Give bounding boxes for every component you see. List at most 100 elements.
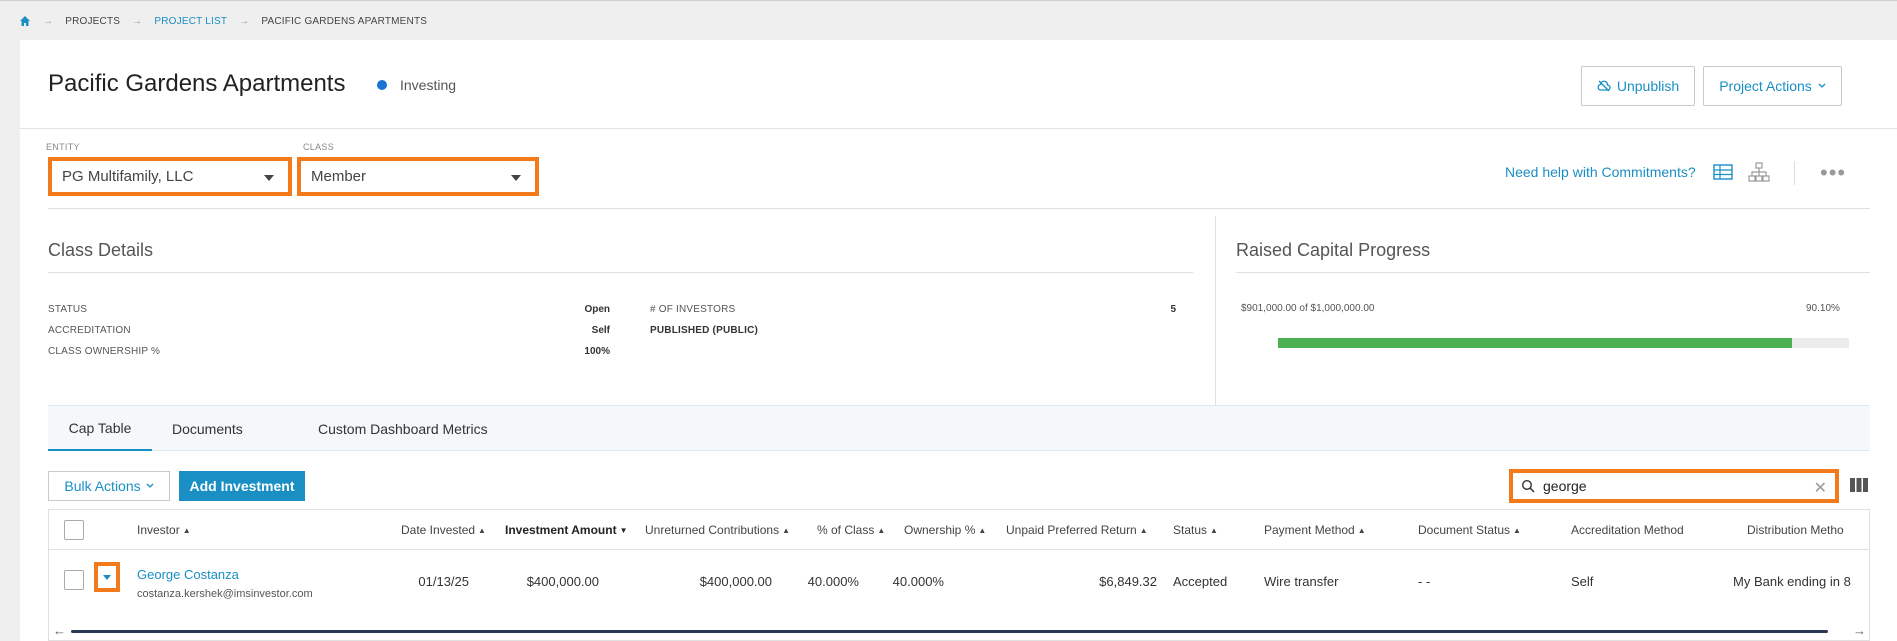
more-options-icon[interactable]: ••• xyxy=(1820,162,1846,184)
toolbar-divider xyxy=(1794,161,1795,185)
commitments-help-link[interactable]: Need help with Commitments? xyxy=(1505,164,1696,180)
col-pct-class-label: % of Class xyxy=(817,523,875,537)
col-payment-method[interactable]: Payment Method ▲ xyxy=(1264,523,1366,537)
cell-accreditation-method: Self xyxy=(1571,574,1594,589)
page-title: Pacific Gardens Apartments xyxy=(48,70,346,97)
class-label: CLASS xyxy=(303,142,335,152)
columns-toggle-icon[interactable] xyxy=(1850,477,1868,493)
breadcrumb-project-list[interactable]: PROJECT LIST xyxy=(154,16,227,27)
raised-capital-title: Raised Capital Progress xyxy=(1236,240,1431,260)
unpublish-button[interactable]: Unpublish xyxy=(1581,66,1695,106)
tab-custom-dashboard-metrics[interactable]: Custom Dashboard Metrics xyxy=(318,406,488,451)
bulk-actions-button[interactable]: Bulk Actions xyxy=(48,471,170,501)
col-document-status[interactable]: Document Status ▲ xyxy=(1418,523,1521,537)
add-investment-button[interactable]: Add Investment xyxy=(179,471,305,501)
entity-select-value: PG Multifamily, LLC xyxy=(62,168,194,185)
entity-select[interactable]: PG Multifamily, LLC xyxy=(48,157,292,196)
cell-status: Accepted xyxy=(1173,574,1228,589)
class-details-divider xyxy=(48,272,1193,273)
sort-down-icon: ▼ xyxy=(619,526,628,535)
sort-up-icon: ▲ xyxy=(1357,526,1366,535)
unpublish-label: Unpublish xyxy=(1616,78,1680,94)
raised-capital-summary: $901,000.00 of $1,000,000.00 xyxy=(1241,303,1375,314)
sort-up-icon: ▲ xyxy=(877,526,886,535)
col-unreturned-contributions[interactable]: Unreturned Contributions ▲ xyxy=(645,523,790,537)
raised-capital-percent: 90.10% xyxy=(1806,303,1840,314)
col-investment-amount-label: Investment Amount xyxy=(505,523,617,537)
sort-up-icon: ▲ xyxy=(1210,526,1218,535)
scrollbar-thumb[interactable] xyxy=(71,630,1828,633)
class-details-title: Class Details xyxy=(48,240,154,260)
col-unpaid-preferred-return-label: Unpaid Preferred Return xyxy=(1006,523,1137,537)
cell-unpaid-preferred-return: $6,849.32 xyxy=(1099,574,1157,589)
accreditation-value: Self xyxy=(591,325,610,336)
caret-down-icon xyxy=(103,575,111,580)
col-status-label: Status xyxy=(1173,523,1208,537)
table-view-icon[interactable] xyxy=(1712,161,1734,183)
search-icon xyxy=(1521,479,1535,493)
tab-cap-table[interactable]: Cap Table xyxy=(48,406,152,451)
published-status: PUBLISHED (PUBLIC) xyxy=(650,325,759,336)
cloud-off-icon xyxy=(1597,80,1611,92)
scroll-right-icon[interactable]: → xyxy=(1853,623,1866,638)
breadcrumb: → PROJECTS → PROJECT LIST → PACIFIC GARD… xyxy=(19,14,427,28)
class-ownership-value: 100% xyxy=(584,346,610,357)
project-header: Pacific Gardens Apartments Investing Unp… xyxy=(20,40,1897,129)
entity-label: ENTITY xyxy=(46,142,80,152)
col-accreditation-method[interactable]: Accreditation Method xyxy=(1571,523,1684,537)
scroll-left-icon[interactable]: ← xyxy=(53,623,66,638)
home-icon[interactable] xyxy=(19,15,31,27)
window-top-border xyxy=(0,0,1897,1)
col-status[interactable]: Status ▲ xyxy=(1173,523,1218,537)
caret-down-icon xyxy=(511,175,521,181)
col-date-invested[interactable]: Date Invested ▲ xyxy=(401,523,486,537)
chevron-right-icon: → xyxy=(239,15,250,27)
col-date-invested-label: Date Invested xyxy=(401,523,476,537)
cell-investment-amount: $400,000.00 xyxy=(526,574,599,589)
sort-up-icon: ▲ xyxy=(1139,526,1148,535)
search-box: ✕ xyxy=(1509,469,1839,503)
row-checkbox[interactable] xyxy=(64,570,84,590)
cell-unreturned-contributions: $400,000.00 xyxy=(699,574,772,589)
hierarchy-view-icon[interactable] xyxy=(1748,161,1770,183)
status-key: STATUS xyxy=(48,304,88,315)
project-actions-label: Project Actions xyxy=(1719,78,1812,94)
investor-name-link[interactable]: George Costanza xyxy=(137,567,239,582)
col-payment-method-label: Payment Method xyxy=(1264,523,1355,537)
col-unreturned-contributions-label: Unreturned Contributions xyxy=(645,523,780,537)
sort-up-icon: ▲ xyxy=(182,526,191,535)
chevron-down-icon xyxy=(146,483,154,488)
clear-search-icon[interactable]: ✕ xyxy=(1814,478,1827,498)
project-status: Investing xyxy=(400,77,457,93)
horizontal-scrollbar[interactable]: ← → xyxy=(49,623,1869,639)
col-unpaid-preferred-return[interactable]: Unpaid Preferred Return ▲ xyxy=(1006,523,1148,537)
select-all-checkbox[interactable] xyxy=(64,520,84,540)
breadcrumb-projects[interactable]: PROJECTS xyxy=(65,16,120,27)
col-distribution-method[interactable]: Distribution Metho xyxy=(1747,523,1844,537)
col-ownership[interactable]: Ownership % ▲ xyxy=(904,523,986,537)
sort-up-icon: ▲ xyxy=(978,526,987,535)
col-investment-amount[interactable]: Investment Amount ▼ xyxy=(505,523,627,537)
breadcrumb-current: PACIFIC GARDENS APARTMENTS xyxy=(261,15,428,27)
cell-payment-method: Wire transfer xyxy=(1264,574,1339,589)
col-pct-class[interactable]: % of Class ▲ xyxy=(817,523,885,537)
sort-up-icon: ▲ xyxy=(478,526,486,535)
caret-down-icon xyxy=(264,175,274,181)
investors-count-key: # OF INVESTORS xyxy=(650,304,736,315)
cell-document-status: - - xyxy=(1418,574,1431,589)
table-header: Investor ▲ Date Invested ▲ Investment Amou… xyxy=(49,510,1869,550)
section-divider xyxy=(48,208,1870,209)
project-actions-button[interactable]: Project Actions xyxy=(1703,66,1842,106)
cell-pct-class: 40.000% xyxy=(807,574,859,589)
raised-capital-progress-fill xyxy=(1278,338,1793,348)
cell-ownership: 40.000% xyxy=(892,574,944,589)
raised-capital-progress xyxy=(1278,338,1849,348)
class-select[interactable]: Member xyxy=(297,157,539,196)
tab-documents[interactable]: Documents xyxy=(172,406,243,451)
row-expand-toggle[interactable] xyxy=(94,562,120,592)
status-value: Open xyxy=(584,304,610,315)
investor-email: costanza.kershek@imsinvestor.com xyxy=(137,588,313,600)
search-input[interactable] xyxy=(1543,478,1803,494)
col-investor[interactable]: Investor ▲ xyxy=(137,523,191,537)
col-document-status-label: Document Status xyxy=(1418,523,1511,537)
